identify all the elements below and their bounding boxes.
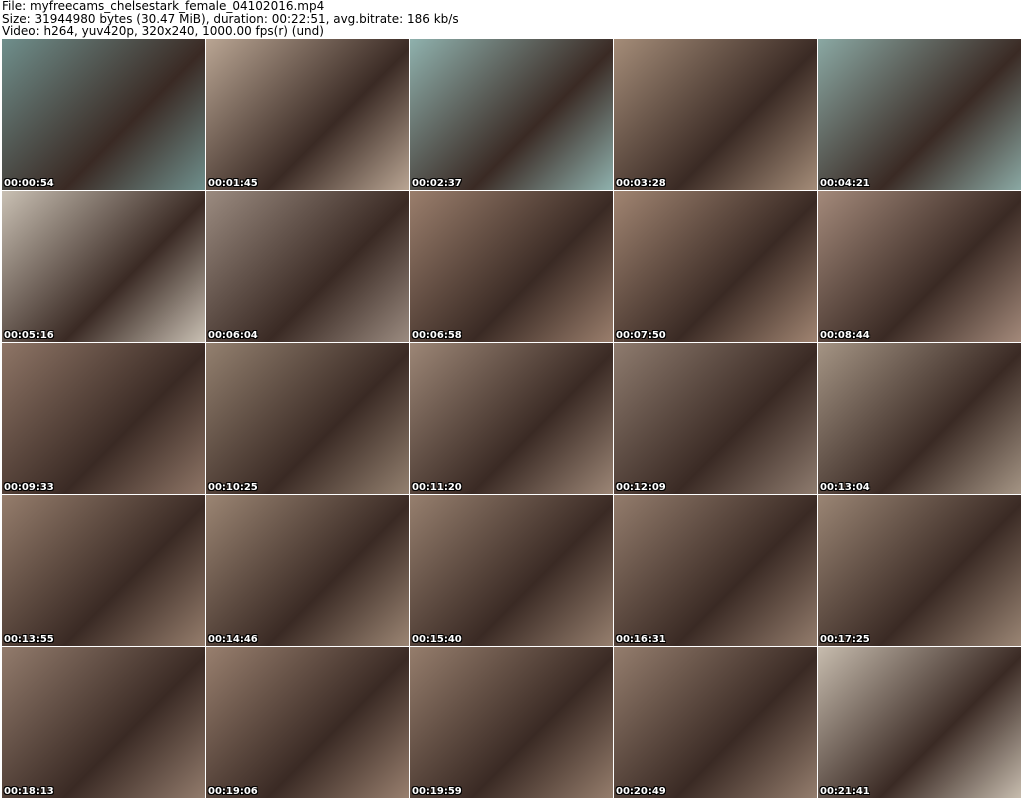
thumbnail: 00:12:09 [614, 343, 817, 494]
thumbnail-timestamp: 00:21:41 [820, 786, 870, 797]
thumbnail-timestamp: 00:01:45 [208, 178, 258, 189]
thumbnail-timestamp: 00:02:37 [412, 178, 462, 189]
thumbnail-timestamp: 00:06:58 [412, 330, 462, 341]
thumbnail-timestamp: 00:07:50 [616, 330, 666, 341]
thumbnail: 00:03:28 [614, 39, 817, 190]
thumbnail-timestamp: 00:08:44 [820, 330, 870, 341]
thumbnail: 00:19:06 [206, 647, 409, 798]
thumbnail: 00:18:13 [2, 647, 205, 798]
thumbnail: 00:05:16 [2, 191, 205, 342]
thumbnail: 00:19:59 [410, 647, 613, 798]
thumbnail-timestamp: 00:20:49 [616, 786, 666, 797]
thumbnail: 00:02:37 [410, 39, 613, 190]
thumbnail: 00:07:50 [614, 191, 817, 342]
thumbnail: 00:08:44 [818, 191, 1021, 342]
thumbnail: 00:11:20 [410, 343, 613, 494]
thumbnail: 00:06:58 [410, 191, 613, 342]
thumbnail: 00:21:41 [818, 647, 1021, 798]
thumbnail: 00:20:49 [614, 647, 817, 798]
thumbnail-timestamp: 00:03:28 [616, 178, 666, 189]
file-info-header: File: myfreecams_chelsestark_female_0410… [2, 0, 459, 38]
thumbnail-timestamp: 00:17:25 [820, 634, 870, 645]
thumbnail: 00:16:31 [614, 495, 817, 646]
thumbnail: 00:17:25 [818, 495, 1021, 646]
thumbnail: 00:14:46 [206, 495, 409, 646]
thumbnail-timestamp: 00:13:55 [4, 634, 54, 645]
thumbnail-timestamp: 00:09:33 [4, 482, 54, 493]
thumbnail-timestamp: 00:16:31 [616, 634, 666, 645]
thumbnail-timestamp: 00:19:06 [208, 786, 258, 797]
thumbnail: 00:15:40 [410, 495, 613, 646]
thumbnail-timestamp: 00:06:04 [208, 330, 258, 341]
thumbnail-timestamp: 00:14:46 [208, 634, 258, 645]
thumbnail-timestamp: 00:04:21 [820, 178, 870, 189]
thumbnail: 00:13:04 [818, 343, 1021, 494]
thumbnail-timestamp: 00:05:16 [4, 330, 54, 341]
thumbnail: 00:13:55 [2, 495, 205, 646]
thumbnail-timestamp: 00:11:20 [412, 482, 462, 493]
thumbnail: 00:04:21 [818, 39, 1021, 190]
thumbnail-timestamp: 00:18:13 [4, 786, 54, 797]
thumbnail-timestamp: 00:12:09 [616, 482, 666, 493]
thumbnail: 00:06:04 [206, 191, 409, 342]
thumbnail-timestamp: 00:19:59 [412, 786, 462, 797]
thumbnail-timestamp: 00:15:40 [412, 634, 462, 645]
thumbnail: 00:10:25 [206, 343, 409, 494]
thumbnail: 00:09:33 [2, 343, 205, 494]
thumbnail: 00:01:45 [206, 39, 409, 190]
thumbnail-grid: 00:00:54 00:01:45 00:02:37 00:03:28 00:04:21… [2, 39, 1021, 798]
thumbnail-timestamp: 00:10:25 [208, 482, 258, 493]
file-name: File: myfreecams_chelsestark_female_0410… [2, 0, 325, 13]
thumbnail: 00:00:54 [2, 39, 205, 190]
video-info: Video: h264, yuv420p, 320x240, 1000.00 f… [2, 24, 324, 38]
thumbnail-timestamp: 00:00:54 [4, 178, 54, 189]
thumbnail-timestamp: 00:13:04 [820, 482, 870, 493]
